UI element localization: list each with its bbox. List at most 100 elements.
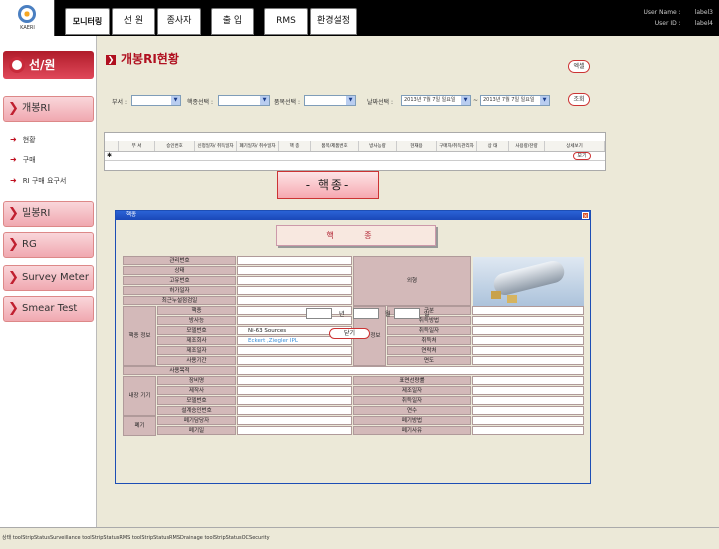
nav-tab-monitoring[interactable]: 모니터링 <box>65 8 110 35</box>
dialog-titlebar[interactable]: 핵종 <box>116 211 590 220</box>
sidebar-menu-survey-meter[interactable]: ❯ Survey Meter <box>3 265 94 291</box>
field-label: 고유번호 <box>123 276 236 285</box>
item-select[interactable]: ▼ <box>304 95 356 106</box>
col-header[interactable]: 사용량/잔량 <box>509 141 545 151</box>
date-from-picker[interactable]: 2013년 7월 7일 일요일 ▼ <box>401 95 471 106</box>
sub-label: RI 구매 요구서 <box>22 177 67 185</box>
row-marker-icon: ✱ <box>107 152 113 159</box>
field-value[interactable] <box>472 346 584 355</box>
field-label: 제조일자 <box>157 346 236 355</box>
field-label: 폐기일 <box>157 426 236 435</box>
user-id-value: label4 <box>694 20 713 27</box>
col-header[interactable]: 현재용 <box>397 141 437 151</box>
col-header[interactable]: 폐기일자/ 취수일자 <box>237 141 279 151</box>
dropdown-arrow-icon: ▼ <box>260 96 269 105</box>
sidebar-menu-rg[interactable]: ❯ RG <box>3 232 94 258</box>
field-value[interactable] <box>237 386 352 395</box>
field-value[interactable] <box>472 316 584 325</box>
field-value[interactable] <box>237 356 352 365</box>
field-value[interactable] <box>237 416 352 425</box>
sidebar-menu-sealed-ri[interactable]: ❯ 밀봉RI <box>3 201 94 227</box>
chevron-right-icon: ❯ <box>8 301 19 316</box>
field-value[interactable] <box>237 406 352 415</box>
day-input[interactable] <box>394 308 420 319</box>
sidebar-title-text: 선/원 <box>29 58 56 72</box>
field-value[interactable] <box>237 276 352 285</box>
close-button[interactable]: 닫기 <box>329 328 370 339</box>
field-value[interactable] <box>472 356 584 365</box>
menu-label: Survey Meter <box>22 272 89 283</box>
nav-tab-access[interactable]: 출 입 <box>211 8 254 35</box>
field-value[interactable] <box>472 336 584 345</box>
col-header[interactable]: 구매자/취득관리자 <box>437 141 477 151</box>
date-to-picker[interactable]: 2013년 7월 7일 일요일 ▼ <box>480 95 550 106</box>
dropdown-arrow-icon: ▼ <box>171 96 180 105</box>
field-label: 모델번호 <box>157 396 236 405</box>
nav-tab-worker[interactable]: 종사자 <box>157 8 201 35</box>
field-value[interactable] <box>237 346 352 355</box>
excel-button[interactable]: 엑셀 <box>568 60 590 73</box>
field-value[interactable] <box>237 266 352 275</box>
field-value[interactable] <box>472 376 584 385</box>
field-label: 제조회사 <box>157 336 236 345</box>
col-header[interactable]: 신청일자/ 취득일자 <box>195 141 237 151</box>
nav-tab-source[interactable]: 선 원 <box>112 8 155 35</box>
year-input[interactable] <box>306 308 332 319</box>
field-label: 허가일자 <box>123 286 236 295</box>
nav-tab-settings[interactable]: 환경설정 <box>310 8 357 35</box>
field-value[interactable] <box>237 286 352 295</box>
sub-label: 구매 <box>22 156 36 164</box>
month-input[interactable] <box>353 308 379 319</box>
col-header[interactable]: 품목/제품번호 <box>311 141 359 151</box>
field-value[interactable] <box>472 406 584 415</box>
field-value[interactable] <box>472 416 584 425</box>
dropdown-arrow-icon: ▼ <box>540 96 549 105</box>
field-value[interactable] <box>237 396 352 405</box>
field-value[interactable] <box>472 386 584 395</box>
field-value[interactable] <box>237 256 352 265</box>
field-value[interactable] <box>472 396 584 405</box>
field-value[interactable] <box>237 426 352 435</box>
chevron-right-icon: ❯ <box>8 237 19 252</box>
col-header[interactable]: 핵 종 <box>279 141 311 151</box>
close-icon[interactable]: × <box>582 212 589 220</box>
field-value[interactable] <box>237 376 352 385</box>
table-row[interactable]: ✱ 보기 <box>105 152 605 161</box>
dialog-header: 핵 종 <box>276 225 436 246</box>
date-label: 날짜선택 : <box>367 99 394 106</box>
sidebar-sub-ri-request[interactable]: ➜ RI 구매 요구서 <box>10 176 66 186</box>
top-bar: KAERI 모니터링 선 원 종사자 출 입 RMS 환경설정 User Nam… <box>0 0 719 36</box>
arrow-right-icon: ➜ <box>10 135 17 144</box>
group-label: 내장 기기 <box>123 376 156 416</box>
col-header[interactable]: 부 서 <box>119 141 155 151</box>
field-value[interactable] <box>237 296 352 305</box>
appearance-label: 외형 <box>353 256 471 306</box>
dropdown-arrow-icon: ▼ <box>461 96 470 105</box>
page-title-text: 개봉RI현황 <box>121 52 179 66</box>
field-label: 사용기간 <box>157 356 236 365</box>
dept-select[interactable]: ▼ <box>131 95 181 106</box>
field-value[interactable] <box>237 366 584 375</box>
nuclide-select[interactable]: ▼ <box>218 95 270 106</box>
col-header[interactable]: 방사능량 <box>359 141 397 151</box>
sidebar-sub-status[interactable]: ➜ 현황 <box>10 135 36 145</box>
col-header[interactable]: 승인번호 <box>155 141 195 151</box>
field-label: 상태 <box>123 266 236 275</box>
field-label: 취득일자 <box>353 396 471 405</box>
field-value[interactable] <box>237 306 352 315</box>
detail-button[interactable]: 보기 <box>573 152 591 160</box>
field-label: 제조일자 <box>353 386 471 395</box>
field-value[interactable] <box>472 306 584 315</box>
search-button[interactable]: 조회 <box>568 93 590 106</box>
nav-tab-rms[interactable]: RMS <box>264 8 308 35</box>
sidebar-sub-purchase[interactable]: ➜ 구매 <box>10 155 36 165</box>
field-value[interactable] <box>237 316 352 325</box>
menu-label: Smear Test <box>22 303 78 314</box>
sidebar-menu-open-ri[interactable]: ❯ 개봉RI <box>3 96 94 122</box>
col-header[interactable]: 상세보기 <box>545 141 605 151</box>
chevron-right-icon: ❯ <box>106 55 116 65</box>
sidebar-menu-smear-test[interactable]: ❯ Smear Test <box>3 296 94 322</box>
field-value[interactable] <box>472 326 584 335</box>
col-header[interactable]: 상 태 <box>477 141 509 151</box>
field-value[interactable] <box>472 426 584 435</box>
